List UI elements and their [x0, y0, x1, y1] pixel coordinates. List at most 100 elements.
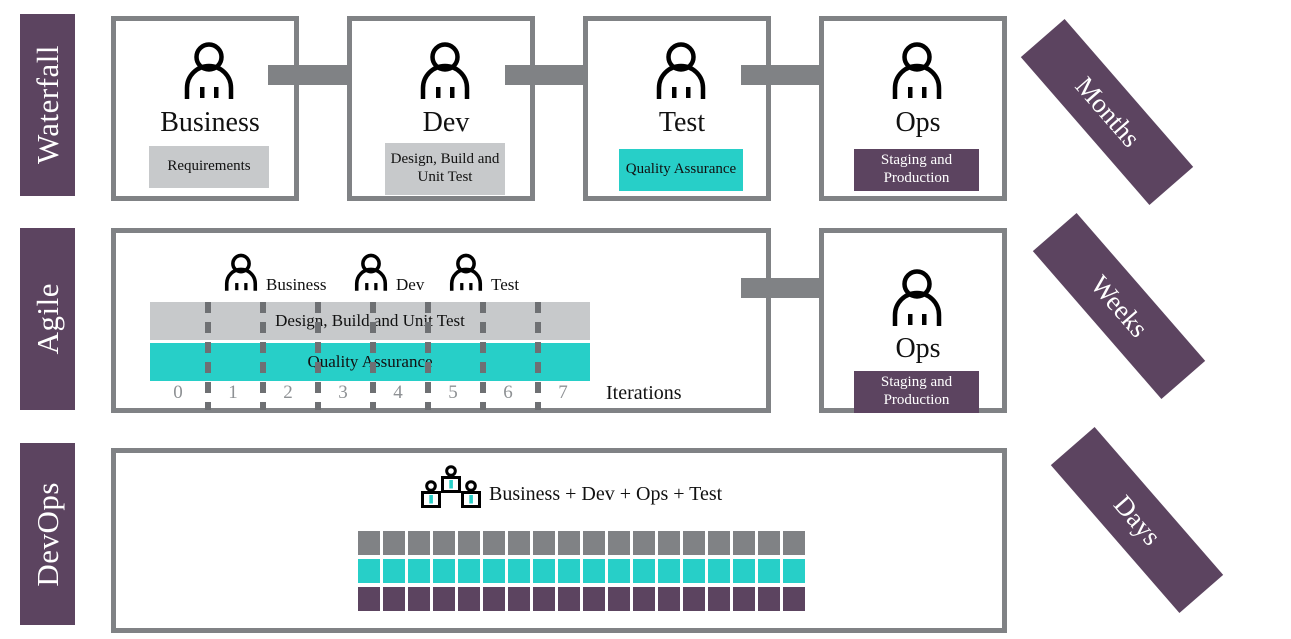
role-chip: Staging and Production: [854, 149, 979, 191]
devops-square: [433, 531, 455, 555]
devops-square: [483, 531, 505, 555]
devops-square: [608, 587, 630, 611]
devops-square: [733, 587, 755, 611]
role-chip: Requirements: [149, 146, 269, 188]
devops-square: [533, 587, 555, 611]
devops-square-row-gray: [358, 531, 808, 555]
role-name: Test: [658, 107, 706, 138]
devops-square: [683, 559, 705, 583]
stage-tab-label: DevOps: [29, 481, 65, 587]
role-name: Ops: [895, 107, 941, 138]
devops-square: [408, 587, 430, 611]
role-chip: Design, Build and Unit Test: [385, 143, 505, 195]
role-name: Ops: [895, 333, 941, 364]
devops-square: [758, 587, 780, 611]
waterfall-stage-test[interactable]: Test Quality Assurance: [583, 16, 771, 201]
devops-square: [758, 559, 780, 583]
waterfall-stage-business[interactable]: Business Requirements: [111, 16, 299, 201]
devops-square: [633, 587, 655, 611]
iteration-number: 1: [228, 382, 238, 403]
devops-square: [533, 559, 555, 583]
devops-square: [433, 587, 455, 611]
iteration-separator: [535, 302, 541, 410]
devops-square-row-teal: [358, 559, 808, 583]
devops-square: [358, 559, 380, 583]
person-icon: [892, 42, 942, 99]
waterfall-stage-dev[interactable]: Dev Design, Build and Unit Test: [347, 16, 535, 201]
devops-square: [358, 587, 380, 611]
flow-arrow-2: [505, 53, 611, 97]
stage-tab-devops: DevOps: [20, 443, 75, 625]
devops-square: [658, 559, 680, 583]
devops-panel[interactable]: Business + Dev + Ops + Test: [111, 448, 1007, 633]
devops-square: [383, 587, 405, 611]
devops-square: [733, 531, 755, 555]
devops-square: [483, 587, 505, 611]
iteration-number: 3: [338, 382, 348, 403]
duration-bar-months: Months: [1020, 19, 1194, 205]
agile-iteration-panel[interactable]: Business Dev Test Design, Build and Unit…: [111, 228, 771, 413]
stage-tab-label: Agile: [29, 283, 65, 355]
devops-square: [633, 559, 655, 583]
devops-square: [708, 531, 730, 555]
iteration-number: 5: [448, 382, 458, 403]
person-icon: [892, 269, 942, 326]
devops-square-row-purple: [358, 587, 808, 611]
iteration-separator: [370, 302, 376, 410]
iteration-separator: [260, 302, 266, 410]
waterfall-stage-ops[interactable]: Ops Staging and Production: [819, 16, 1007, 201]
devops-square: [383, 531, 405, 555]
devops-square: [483, 559, 505, 583]
stage-tab-waterfall: Waterfall: [20, 14, 75, 196]
flow-arrow-3: [741, 53, 847, 97]
devops-comparison-diagram: Waterfall Business Requirements Dev Desi…: [0, 0, 1291, 639]
duration-label: Days: [1107, 488, 1167, 551]
devops-square: [583, 587, 605, 611]
role-name: Dev: [422, 107, 470, 138]
devops-square: [458, 531, 480, 555]
duration-bar-weeks: Weeks: [1032, 213, 1206, 399]
iteration-separator: [425, 302, 431, 410]
devops-square: [408, 531, 430, 555]
devops-square: [758, 531, 780, 555]
devops-square: [658, 587, 680, 611]
devops-square: [783, 531, 805, 555]
devops-square: [583, 531, 605, 555]
duration-label: Weeks: [1084, 268, 1155, 343]
devops-square: [358, 531, 380, 555]
devops-square: [558, 531, 580, 555]
devops-square: [533, 531, 555, 555]
devops-square: [608, 559, 630, 583]
devops-square: [433, 559, 455, 583]
stage-tab-label: Waterfall: [29, 45, 65, 165]
devops-square: [508, 559, 530, 583]
iteration-separator: [315, 302, 321, 410]
iteration-number: 6: [503, 382, 513, 403]
iteration-separator: [480, 302, 486, 410]
devops-square: [783, 559, 805, 583]
devops-square: [458, 587, 480, 611]
role-chip: Staging and Production: [854, 371, 979, 413]
devops-square: [683, 587, 705, 611]
devops-square: [508, 531, 530, 555]
devops-square: [633, 531, 655, 555]
person-icon: [224, 253, 258, 291]
devops-square: [583, 559, 605, 583]
devops-square: [408, 559, 430, 583]
iteration-number: 7: [558, 382, 568, 403]
agile-role-label: Test: [491, 275, 520, 294]
flow-arrow-agile-to-ops: [741, 266, 847, 310]
devops-square: [683, 531, 705, 555]
agile-stage-ops[interactable]: Ops Staging and Production: [819, 228, 1007, 413]
iteration-number: 2: [283, 382, 293, 403]
duration-label: Months: [1068, 70, 1146, 153]
agile-role-label: Dev: [396, 275, 425, 294]
iteration-number: 4: [393, 382, 403, 403]
iteration-separator: [205, 302, 211, 410]
duration-bar-days: Days: [1050, 427, 1224, 613]
role-chip: Quality Assurance: [619, 149, 743, 191]
person-icon: [656, 42, 706, 99]
role-name: Business: [160, 107, 260, 138]
devops-team-label: Business + Dev + Ops + Test: [489, 483, 723, 505]
devops-square: [508, 587, 530, 611]
